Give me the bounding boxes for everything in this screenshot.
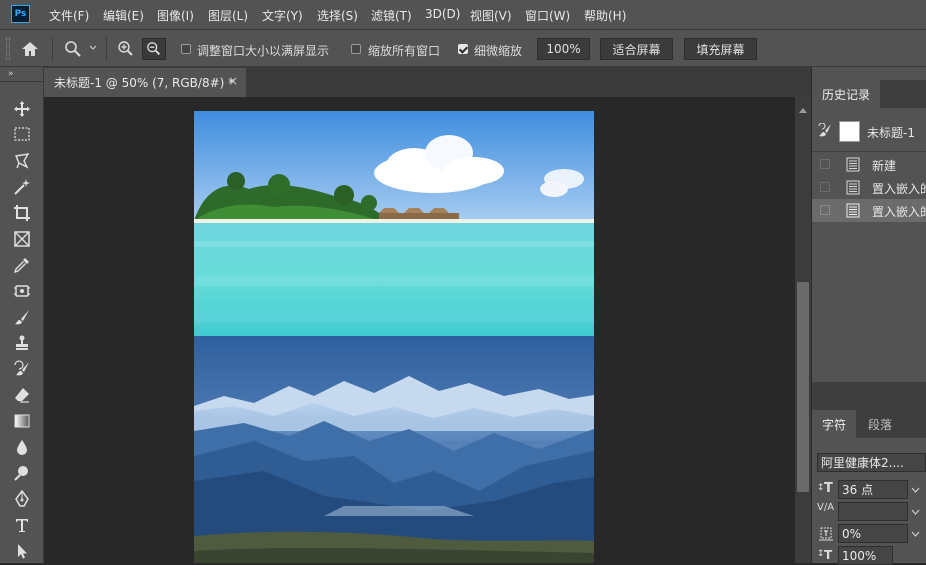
scrubby-zoom-label: 细微缩放 <box>474 44 523 58</box>
menu-edit[interactable]: 编辑(E) <box>103 7 144 24</box>
font-size-field[interactable]: 36 点 <box>838 480 908 499</box>
marquee-tool-icon[interactable] <box>12 124 32 144</box>
scrubby-zoom-checkbox[interactable] <box>458 44 468 54</box>
document-icon <box>846 203 860 218</box>
document-icon <box>846 157 860 172</box>
panel-separator <box>812 382 926 410</box>
menu-type[interactable]: 文字(Y) <box>262 7 303 24</box>
collapse-toolbar-icon[interactable]: » <box>8 70 18 79</box>
document-canvas[interactable] <box>194 111 594 563</box>
kerning-field[interactable] <box>838 502 908 521</box>
snapshot-thumbnail <box>839 121 860 142</box>
history-item-label: 置入嵌入的 <box>872 182 926 196</box>
snapshot-label: 未标题-1 <box>867 126 915 140</box>
brush-tool-icon[interactable] <box>12 307 32 327</box>
tsume-icon <box>817 526 837 542</box>
font-size-icon-label: T <box>824 481 833 496</box>
home-icon[interactable] <box>20 40 40 58</box>
tab-history[interactable]: 历史记录 <box>812 80 881 108</box>
pen-tool-icon[interactable] <box>12 489 32 509</box>
history-item-label: 置入嵌入的 <box>872 205 926 219</box>
resize-windows-checkbox[interactable] <box>181 44 191 54</box>
divider <box>52 37 53 61</box>
menu-image[interactable]: 图像(I) <box>157 7 194 24</box>
photoshop-logo: Ps <box>11 5 30 23</box>
menu-layer[interactable]: 图层(L) <box>208 7 248 24</box>
history-checkbox[interactable] <box>820 182 830 192</box>
path-selection-tool-icon[interactable] <box>12 541 32 561</box>
tab-character[interactable]: 字符 <box>812 410 857 438</box>
fill-screen-button[interactable]: 填充屏幕 <box>684 38 757 60</box>
tools-panel: » <box>0 67 44 563</box>
toolbar-divider <box>0 81 43 82</box>
spot-healing-tool-icon[interactable] <box>12 281 32 301</box>
chevron-down-icon[interactable] <box>908 503 922 520</box>
mountain-photo <box>194 336 594 563</box>
type-tool-icon[interactable] <box>12 515 32 535</box>
scroll-up-arrow-icon[interactable] <box>799 102 807 113</box>
dodge-tool-icon[interactable] <box>12 463 32 483</box>
zoom-in-icon[interactable] <box>116 40 136 58</box>
history-item-selected[interactable]: 置入嵌入的 <box>812 199 926 222</box>
history-checkbox[interactable] <box>820 205 830 215</box>
document-icon <box>846 180 860 195</box>
history-item[interactable]: 置入嵌入的 <box>812 176 926 199</box>
blur-tool-icon[interactable] <box>12 437 32 457</box>
crop-tool-icon[interactable] <box>12 203 32 223</box>
vertical-scale-icon: ↕ T <box>817 548 833 562</box>
zoom-out-icon[interactable] <box>142 38 166 60</box>
history-item[interactable]: 新建 <box>812 153 926 176</box>
beach-photo <box>194 111 594 336</box>
vertical-scale-field[interactable]: 100% <box>838 546 893 565</box>
divider <box>812 151 926 152</box>
document-tab-bar: 未标题-1 @ 50% (7, RGB/8#) * × <box>44 67 811 97</box>
chevron-down-icon[interactable] <box>88 43 98 53</box>
document-tab-title: 未标题-1 @ 50% (7, RGB/8#) * <box>54 76 235 90</box>
menu-file[interactable]: 文件(F) <box>49 7 89 24</box>
menu-view[interactable]: 视图(V) <box>470 7 512 24</box>
history-snapshot[interactable]: 未标题-1 <box>812 108 926 150</box>
lasso-tool-icon[interactable] <box>12 151 32 171</box>
history-panel-tabs: 历史记录 <box>812 80 926 108</box>
tab-paragraph[interactable]: 段落 <box>858 410 902 438</box>
options-grip[interactable] <box>6 38 10 60</box>
divider <box>106 37 107 61</box>
clone-stamp-tool-icon[interactable] <box>12 333 32 353</box>
gradient-tool-icon[interactable] <box>12 411 32 431</box>
history-brush-tool-icon[interactable] <box>12 359 32 379</box>
menu-help[interactable]: 帮助(H) <box>584 7 626 24</box>
history-item-label: 新建 <box>872 159 897 173</box>
fit-screen-button[interactable]: 适合屏幕 <box>600 38 673 60</box>
close-icon[interactable]: × <box>228 74 238 88</box>
eyedropper-tool-icon[interactable] <box>12 255 32 275</box>
zoom-all-windows-label: 缩放所有窗口 <box>368 44 441 58</box>
scrollbar-thumb[interactable] <box>797 282 809 492</box>
eraser-tool-icon[interactable] <box>12 385 32 405</box>
resize-windows-label: 调整窗口大小以满屏显示 <box>197 44 330 58</box>
kerning-icon: V/A <box>817 502 835 513</box>
menu-filter[interactable]: 滤镜(T) <box>371 7 412 24</box>
menu-3d[interactable]: 3D(D) <box>425 7 460 21</box>
vertical-scale-icon-label: T <box>824 548 833 562</box>
history-checkbox[interactable] <box>820 159 830 169</box>
zoom-all-windows-checkbox[interactable] <box>351 44 361 54</box>
document-tab[interactable]: 未标题-1 @ 50% (7, RGB/8#) * × <box>44 68 246 97</box>
magic-wand-tool-icon[interactable] <box>12 177 32 197</box>
character-panel-tabs: 字符 段落 <box>812 410 926 438</box>
move-tool-icon[interactable] <box>12 99 32 119</box>
options-bar: 调整窗口大小以满屏显示 缩放所有窗口 细微缩放 100% 适合屏幕 填充屏幕 <box>0 29 926 67</box>
chevron-down-icon[interactable] <box>908 481 922 498</box>
history-brush-source-icon[interactable] <box>817 122 835 139</box>
chevron-down-icon[interactable] <box>908 525 922 542</box>
zoom-percent-field[interactable]: 100% <box>537 38 590 60</box>
font-size-icon: ↕ T <box>817 481 833 496</box>
frame-tool-icon[interactable] <box>12 229 32 249</box>
menu-select[interactable]: 选择(S) <box>317 7 358 24</box>
font-family-field[interactable]: 阿里健康体2.... <box>817 453 926 472</box>
tsume-field[interactable]: 0% <box>838 524 908 543</box>
menu-bar: Ps 文件(F) 编辑(E) 图像(I) 图层(L) 文字(Y) 选择(S) 滤… <box>0 0 926 29</box>
menu-window[interactable]: 窗口(W) <box>525 7 570 24</box>
zoom-tool-icon[interactable] <box>63 40 83 58</box>
